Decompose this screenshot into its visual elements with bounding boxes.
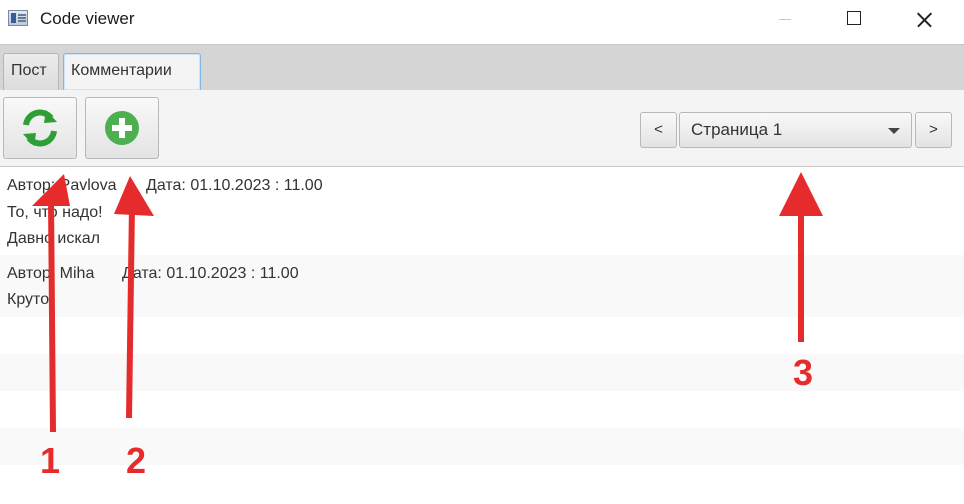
comment-date: Дата: 01.10.2023 : 11.00: [146, 177, 323, 194]
comment-author: Автор: Pavlova: [7, 177, 117, 194]
comment-text: Давно искал: [7, 230, 100, 247]
empty-list-row: [0, 391, 964, 428]
page-select-value: Страница 1: [691, 120, 783, 139]
title-bar: Code viewer: [0, 0, 964, 40]
prev-page-button[interactable]: <: [640, 112, 677, 148]
empty-list-row: [0, 465, 964, 504]
app-window: Code viewer Пост Комментарии < Страница …: [0, 0, 964, 504]
add-comment-button[interactable]: [85, 97, 159, 159]
add-circle-icon: [105, 111, 139, 145]
comment-text: То, что надо!: [7, 204, 103, 221]
list-item: Автор: Pavlova Дата: 01.10.2023 : 11.00 …: [0, 167, 964, 255]
tab-comments[interactable]: Комментарии: [63, 53, 201, 90]
next-page-button[interactable]: >: [915, 112, 952, 148]
maximize-button[interactable]: [831, 0, 877, 40]
comment-list: Автор: Pavlova Дата: 01.10.2023 : 11.00 …: [0, 167, 964, 504]
close-button[interactable]: [900, 0, 946, 40]
empty-list-row: [0, 354, 964, 391]
refresh-button[interactable]: [3, 97, 77, 159]
list-item: Автор: Miha Дата: 01.10.2023 : 11.00 Кру…: [0, 255, 964, 317]
tab-post[interactable]: Пост: [3, 53, 59, 90]
refresh-icon: [23, 109, 57, 147]
empty-list-row: [0, 317, 964, 354]
comment-date: Дата: 01.10.2023 : 11.00: [122, 265, 299, 282]
page-select[interactable]: Страница 1: [679, 112, 912, 148]
chevron-down-icon: [888, 128, 900, 134]
comment-text: Круто: [7, 291, 50, 308]
comment-author: Автор: Miha: [7, 265, 95, 282]
window-title: Code viewer: [40, 9, 135, 28]
empty-list-row: [0, 428, 964, 465]
minimize-button[interactable]: [762, 0, 808, 40]
toolbar: < Страница 1 >: [0, 90, 964, 167]
app-icon: [8, 10, 28, 26]
tab-header: Пост Комментарии: [0, 44, 964, 90]
